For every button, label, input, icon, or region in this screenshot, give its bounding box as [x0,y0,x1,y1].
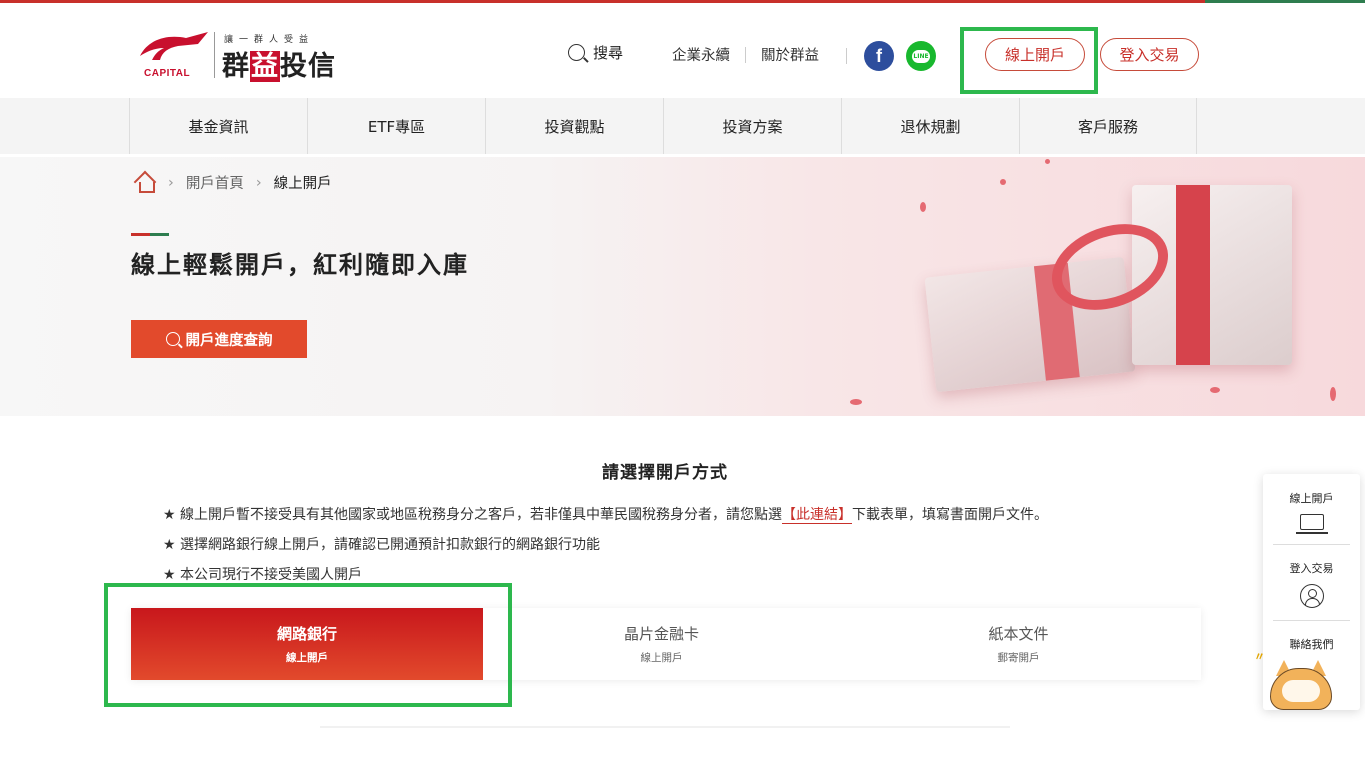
link-about[interactable]: 關於群益 [761,44,819,65]
notice-list: ★ 線上開戶暫不接受具有其他國家或地區稅務身分之客戶，若非僅具中華民國稅務身分者… [163,500,1048,590]
logo-company-name: 群益投信 [222,51,336,82]
float-open-label: 線上開戶 [1289,492,1334,505]
eagle-logo-icon [140,32,208,60]
search-label: 搜尋 [593,44,624,62]
mascot-sparkle: 〃 [1254,650,1265,663]
main-nav: 基金資訊 ETF專區 投資觀點 投資方案 退休規劃 客戶服務 [0,98,1365,154]
mascot-face [1282,680,1320,702]
notice-item: ★ 選擇網路銀行線上開戶，請確認已開通預計扣款銀行的網路銀行功能 [163,530,1048,560]
nav-item-insights[interactable]: 投資觀點 [485,98,663,154]
float-contact-label: 聯絡我們 [1289,638,1334,651]
star-icon: ★ [163,507,176,523]
download-form-link[interactable]: 【此連結】 [782,507,853,524]
notice-text: 選擇網路銀行線上開戶，請確認已開通預計扣款銀行的網路銀行功能 [180,537,601,553]
tab-subtitle: 郵寄開戶 [997,652,1040,664]
site-header: CAPITAL 讓一群人受益 群益投信 搜尋 企業永續 關於群益 f LINE … [0,8,1365,98]
login-trade-button[interactable]: 登入交易 [1100,38,1199,71]
headline-accent [131,233,169,236]
nav-item-etf[interactable]: ETF專區 [307,98,485,154]
breadcrumb-open-home[interactable]: 開戶首頁 [186,172,244,193]
link-divider [745,46,746,63]
line-icon-text: LINE [912,49,930,63]
highlight-box-open-account [960,27,1098,94]
float-login-trade[interactable]: 登入交易 [1263,560,1360,608]
accent-green [1205,0,1365,3]
tab-subtitle: 線上開戶 [640,652,683,664]
confetti [1210,387,1220,393]
accent-red [0,0,1205,3]
page-title: 線上輕鬆開戶，紅利隨即入庫 [131,251,469,279]
link-sustainability[interactable]: 企業永續 [672,44,730,65]
notice-text: 線上開戶暫不接受具有其他國家或地區稅務身分之客戶，若非僅具中華民國稅務身分者，請… [180,507,783,523]
line-icon[interactable]: LINE [906,41,936,71]
tab-chip-card[interactable]: 晶片金融卡 線上開戶 [483,608,840,680]
top-accent-bar [0,0,1365,8]
user-icon [1299,584,1324,608]
progress-query-label: 開戶進度查詢 [185,332,273,349]
nav-item-customer-service[interactable]: 客戶服務 [1019,98,1197,154]
logo-capital-text: CAPITAL [144,68,191,79]
tab-title: 紙本文件 [988,625,1049,643]
float-divider [1273,544,1350,545]
star-icon: ★ [163,567,176,583]
notice-text: 本公司現行不接受美國人開戶 [180,567,363,583]
hero-banner: › 開戶首頁 › 線上開戶 線上輕鬆開戶，紅利隨即入庫 開戶進度查詢 [0,157,1365,416]
nav-item-retirement[interactable]: 退休規劃 [841,98,1019,154]
float-divider [1273,620,1350,621]
float-login-label: 登入交易 [1289,562,1334,575]
breadcrumb-separator: › [255,174,262,191]
laptop-icon [1295,514,1328,534]
tab-paper-documents[interactable]: 紙本文件 郵寄開戶 [840,608,1197,680]
tab-title: 晶片金融卡 [623,625,699,643]
home-icon[interactable] [134,173,156,193]
social-divider [846,48,847,64]
tabs-underline [320,726,1010,728]
section-title: 請選擇開戶方式 [602,463,728,483]
float-contact-us[interactable]: 聯絡我們 [1263,636,1360,652]
progress-query-button[interactable]: 開戶進度查詢 [131,320,307,358]
confetti [1045,159,1050,164]
highlight-box-online-banking [104,583,512,707]
float-open-account[interactable]: 線上開戶 [1263,490,1360,534]
confetti [920,202,926,212]
brand-logo[interactable]: CAPITAL 讓一群人受益 群益投信 [138,28,348,88]
top-links: 企業永續 關於群益 [672,44,819,65]
breadcrumb: › 開戶首頁 › 線上開戶 [134,172,332,193]
notice-item: ★ 線上開戶暫不接受具有其他國家或地區稅務身分之客戶，若非僅具中華民國稅務身分者… [163,500,1048,530]
search-link[interactable]: 搜尋 [568,42,623,63]
notice-text: 下載表單，填寫書面開戶文件。 [852,507,1049,523]
logo-divider [214,32,215,78]
shiba-mascot-icon[interactable]: 〃 [1254,650,1336,710]
facebook-icon[interactable]: f [864,41,894,71]
nav-item-plans[interactable]: 投資方案 [663,98,841,154]
breadcrumb-current: 線上開戶 [273,176,332,192]
breadcrumb-separator: › [168,174,174,191]
star-icon: ★ [163,537,176,553]
nav-item-fund-info[interactable]: 基金資訊 [129,98,307,154]
confetti [1330,387,1336,401]
confetti [850,399,862,405]
confetti [1000,179,1006,185]
search-icon [165,332,180,346]
search-icon [568,44,585,61]
